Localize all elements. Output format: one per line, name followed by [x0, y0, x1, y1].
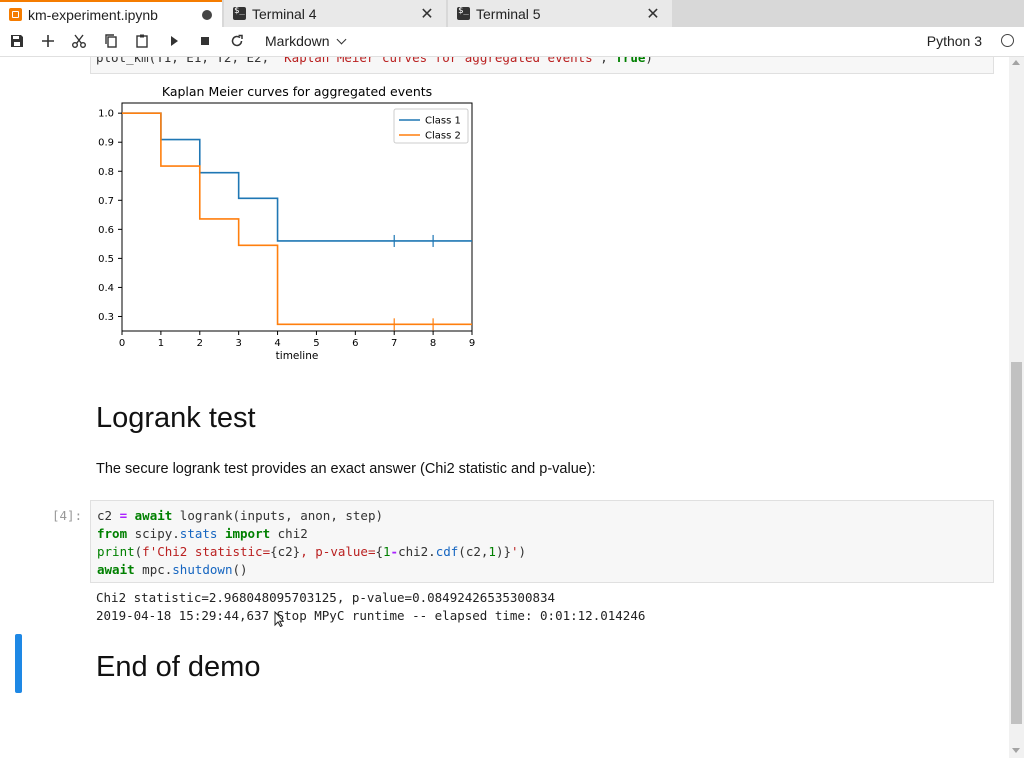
terminal-icon — [233, 6, 246, 20]
tab-notebook[interactable]: km-experiment.ipynb — [0, 0, 222, 27]
code-text: ) — [645, 57, 653, 65]
code-text: plot_km(T1, E1, T2, E2, — [96, 57, 277, 65]
run-icon[interactable] — [166, 33, 182, 49]
chart-title: Kaplan Meier curves for aggregated event… — [162, 84, 432, 99]
close-icon[interactable]: ✕ — [646, 4, 660, 24]
x-tick-label: 7 — [391, 338, 397, 349]
terminal-icon — [457, 6, 470, 20]
scroll-up-icon[interactable] — [1012, 60, 1020, 65]
x-axis-label: timeline — [276, 350, 319, 362]
code-cell-4[interactable]: c2 = await logrank(inputs, anon, step) f… — [90, 500, 994, 583]
heading-logrank: Logrank test — [96, 402, 256, 434]
cell-prompt: [4]: — [52, 508, 83, 523]
y-tick-label: 0.9 — [98, 138, 114, 149]
close-icon[interactable]: ✕ — [420, 4, 434, 24]
code-cell-previous[interactable]: plot_km(T1, E1, T2, E2, 'Kaplan Meier cu… — [90, 57, 994, 74]
kernel-name[interactable]: Python 3 — [927, 33, 982, 49]
kernel-status-icon — [1001, 34, 1014, 47]
x-tick-label: 8 — [430, 338, 436, 349]
code-text: , — [600, 57, 616, 65]
add-icon[interactable] — [40, 33, 56, 49]
stop-icon[interactable] — [197, 33, 213, 49]
output-line-2: 2019-04-18 15:29:44,637 Stop MPyC runtim… — [96, 608, 646, 623]
tab-terminal-5[interactable]: Terminal 5 ✕ — [448, 0, 672, 27]
active-cell-indicator — [15, 634, 22, 693]
y-tick-label: 0.5 — [98, 254, 114, 265]
restart-icon[interactable] — [229, 33, 245, 49]
cell-type-dropdown[interactable]: Markdown — [265, 33, 347, 49]
x-tick-label: 5 — [313, 338, 319, 349]
cut-icon[interactable] — [71, 33, 87, 49]
scrollbar-thumb[interactable] — [1011, 362, 1022, 724]
y-tick-label: 0.4 — [98, 283, 114, 294]
x-tick-label: 6 — [352, 338, 358, 349]
code-block: c2 = await logrank(inputs, anon, step) f… — [97, 508, 527, 577]
copy-icon[interactable] — [103, 33, 119, 49]
tab-label: Terminal 5 — [476, 5, 541, 22]
save-icon[interactable] — [9, 33, 25, 49]
tab-bar: km-experiment.ipynb Terminal 4 ✕ Termina… — [0, 0, 1024, 27]
tab-terminal-4[interactable]: Terminal 4 ✕ — [224, 0, 446, 27]
code-keyword: True — [615, 57, 646, 65]
tab-label: Terminal 4 — [252, 5, 317, 22]
legend-label: Class 2 — [425, 131, 461, 142]
cell-type-label: Markdown — [265, 33, 330, 49]
x-tick-label: 3 — [235, 338, 241, 349]
output-line-1: Chi2 statistic=2.968048095703125, p-valu… — [96, 590, 556, 605]
scroll-down-icon[interactable] — [1012, 748, 1020, 753]
paste-icon[interactable] — [134, 33, 150, 49]
notebook-icon — [9, 8, 22, 21]
x-tick-label: 1 — [158, 338, 164, 349]
mouse-cursor-icon — [274, 611, 284, 627]
y-tick-label: 1.0 — [98, 109, 114, 120]
code-line: plot_km(T1, E1, T2, E2, 'Kaplan Meier cu… — [96, 57, 653, 65]
heading-end-of-demo: End of demo — [96, 651, 261, 683]
notebook-toolbar: Markdown Python 3 — [0, 27, 1024, 57]
y-tick-label: 0.6 — [98, 225, 114, 236]
x-tick-label: 2 — [197, 338, 203, 349]
chevron-down-icon — [336, 34, 347, 45]
tab-label: km-experiment.ipynb — [28, 6, 158, 23]
kaplan-meier-chart: Kaplan Meier curves for aggregated event… — [98, 84, 475, 362]
paragraph-logrank: The secure logrank test provides an exac… — [96, 461, 596, 477]
y-tick-label: 0.7 — [98, 196, 114, 207]
y-tick-label: 0.8 — [98, 167, 114, 178]
y-tick-label: 0.3 — [98, 312, 114, 323]
x-tick-label: 9 — [469, 338, 475, 349]
legend-label: Class 1 — [425, 116, 461, 127]
cell-output: Chi2 statistic=2.968048095703125, p-valu… — [96, 589, 645, 625]
unsaved-dot-icon[interactable] — [202, 9, 212, 20]
code-string: 'Kaplan Meier curves for aggregated even… — [276, 57, 601, 65]
x-tick-label: 4 — [274, 338, 280, 349]
x-tick-label: 0 — [119, 338, 125, 349]
